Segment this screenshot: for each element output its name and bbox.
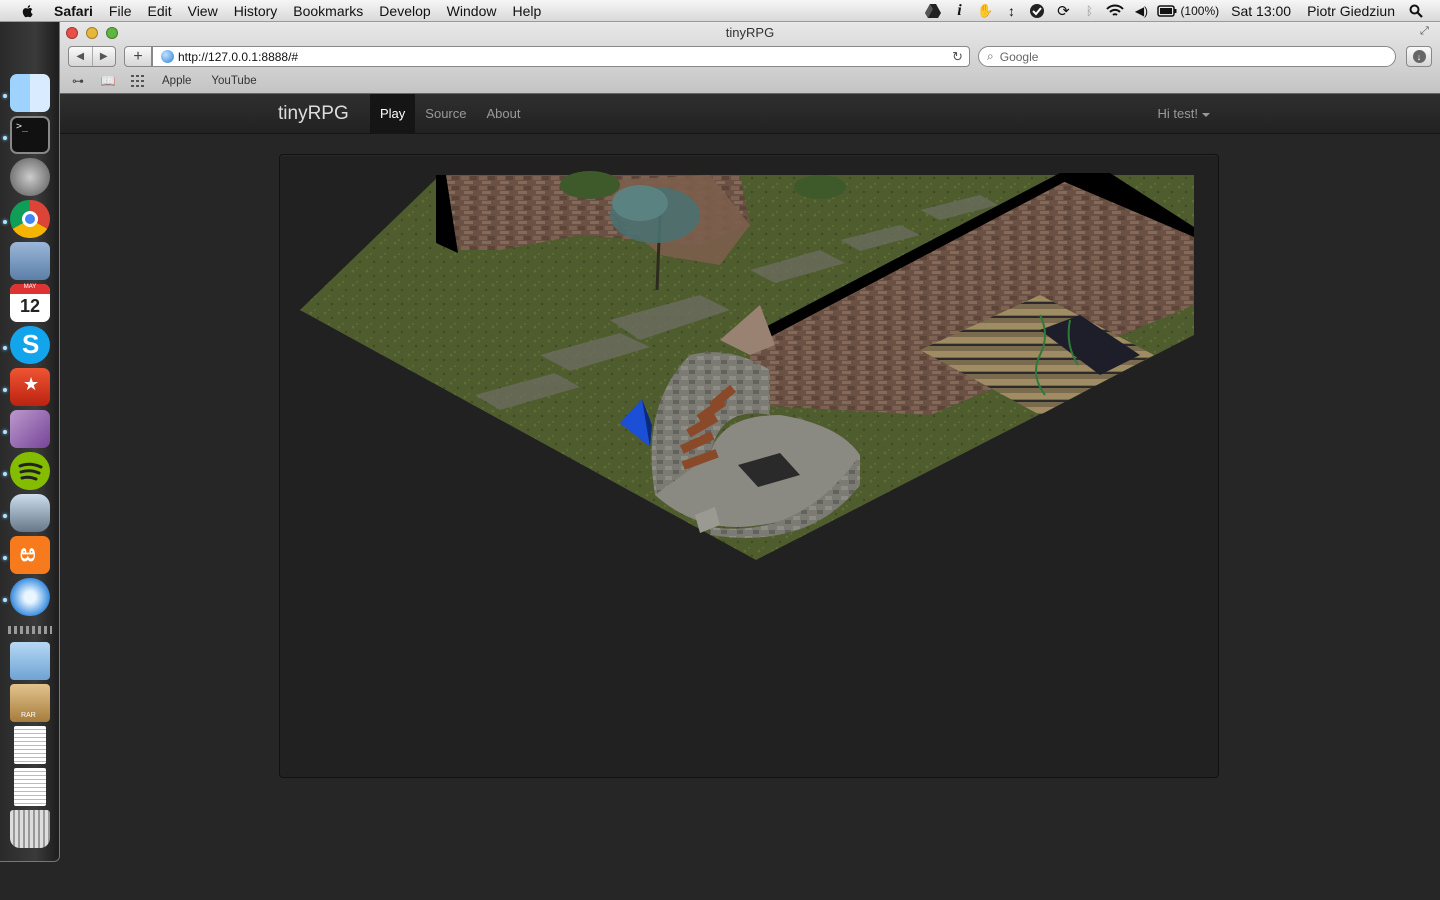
globe-icon: [161, 50, 174, 63]
browser-window: tinyRPG ⤢ ◀ ▶ + http://127.0.0.1:8888/# …: [60, 22, 1440, 900]
apple-menu-icon[interactable]: [20, 3, 36, 19]
address-bar[interactable]: http://127.0.0.1:8888/# ↻: [152, 46, 970, 67]
bush: [794, 175, 846, 199]
running-indicator: [3, 598, 7, 602]
running-indicator: [3, 430, 7, 434]
clock[interactable]: Sat 13:00: [1223, 3, 1299, 19]
menu-history[interactable]: History: [226, 3, 286, 19]
launchpad-icon[interactable]: [10, 158, 50, 196]
fullscreen-icon[interactable]: ⤢: [1420, 25, 1434, 39]
back-button[interactable]: ◀: [69, 47, 93, 66]
chrome-icon[interactable]: [10, 200, 50, 238]
running-indicator: [3, 346, 7, 350]
nav-play[interactable]: Play: [370, 94, 416, 134]
web-page: tinyRPG Play Source About Hi test!: [60, 94, 1440, 900]
top-sites-icon[interactable]: [128, 74, 148, 88]
automator-icon[interactable]: [10, 494, 50, 532]
trash-icon[interactable]: [10, 810, 50, 848]
game-container: [279, 154, 1219, 778]
finder-icon[interactable]: [10, 74, 50, 112]
arrows-icon[interactable]: ↕: [1001, 3, 1021, 19]
spotlight-icon[interactable]: [1406, 3, 1426, 19]
caret-down-icon: [1202, 112, 1210, 117]
rar-label: RAR: [21, 712, 36, 719]
calendar-day: 12: [19, 296, 41, 316]
add-bookmark-button[interactable]: +: [124, 46, 152, 67]
running-indicator: [3, 388, 7, 392]
site-nav: Play Source About: [370, 94, 530, 134]
reload-icon[interactable]: ↻: [952, 49, 963, 65]
search-input[interactable]: ⌕ Google: [978, 46, 1396, 67]
folder-icon[interactable]: [10, 642, 50, 680]
spotify-icon[interactable]: [10, 452, 50, 490]
download-icon: ↓: [1412, 50, 1426, 63]
battery-icon[interactable]: [1157, 3, 1177, 19]
calendar-icon[interactable]: MAY 12: [10, 284, 50, 322]
nav-about[interactable]: About: [477, 94, 531, 134]
bookmark-apple[interactable]: Apple: [162, 75, 191, 87]
document-icon[interactable]: [14, 768, 46, 806]
xampp-icon[interactable]: ಱ: [10, 536, 50, 574]
user-name[interactable]: Piotr Giedziun: [1299, 3, 1403, 19]
history-nav: ◀ ▶: [68, 46, 116, 67]
menu-develop[interactable]: Develop: [371, 3, 438, 19]
search-placeholder: Google: [999, 49, 1039, 64]
menu-window[interactable]: Window: [439, 3, 505, 19]
dock: >_ MAY 12 S ★ ಱ RAR: [0, 22, 60, 862]
bookmarks-book-icon[interactable]: 📖: [98, 74, 118, 88]
info-icon[interactable]: i: [949, 2, 969, 19]
volume-icon[interactable]: ◀): [1131, 3, 1151, 19]
site-brand[interactable]: tinyRPG: [278, 103, 349, 125]
calendar-month: MAY: [10, 284, 50, 294]
dock-separator: [8, 626, 52, 634]
bookmarks-bar: ⊶ 📖 Apple YouTube: [68, 72, 273, 90]
user-greeting: Hi test!: [1157, 106, 1198, 121]
menubar: Safari File Edit View History Bookmarks …: [0, 0, 1440, 22]
user-menu[interactable]: Hi test!: [1158, 94, 1210, 134]
url-text[interactable]: http://127.0.0.1:8888/#: [178, 50, 298, 64]
browser-toolbar: tinyRPG ⤢ ◀ ▶ + http://127.0.0.1:8888/# …: [60, 22, 1440, 94]
skype-icon[interactable]: S: [10, 326, 50, 364]
bookmark-youtube[interactable]: YouTube: [211, 75, 256, 87]
reading-list-icon[interactable]: ⊶: [68, 74, 88, 88]
preview-icon[interactable]: [10, 242, 50, 280]
menu-bookmarks[interactable]: Bookmarks: [285, 3, 371, 19]
site-navbar: tinyRPG Play Source About Hi test!: [60, 94, 1440, 134]
google-drive-icon[interactable]: [923, 3, 943, 19]
safari-icon[interactable]: [10, 578, 50, 616]
running-indicator: [3, 514, 7, 518]
bluetooth-icon[interactable]: ᛒ: [1079, 3, 1099, 19]
game-canvas[interactable]: [280, 155, 1219, 778]
rar-archive-icon[interactable]: RAR: [10, 684, 50, 722]
window-title: tinyRPG: [725, 25, 775, 40]
tree-canopy: [612, 185, 668, 221]
downloads-button[interactable]: ↓: [1406, 46, 1432, 67]
menu-app-name[interactable]: Safari: [50, 3, 101, 19]
hand-icon[interactable]: ✋: [975, 3, 995, 19]
growl-icon[interactable]: [1027, 3, 1047, 19]
running-indicator: [3, 556, 7, 560]
battery-percent: (100%): [1180, 3, 1220, 18]
running-indicator: [3, 136, 7, 140]
menu-help[interactable]: Help: [504, 3, 549, 19]
apps-icon[interactable]: [10, 410, 50, 448]
wifi-icon[interactable]: [1105, 3, 1125, 19]
forward-button[interactable]: ▶: [93, 47, 116, 66]
sync-icon[interactable]: ⟳: [1053, 3, 1073, 20]
nav-source[interactable]: Source: [415, 94, 476, 134]
terminal-icon[interactable]: >_: [10, 116, 50, 154]
bush: [560, 171, 620, 199]
menu-edit[interactable]: Edit: [139, 3, 179, 19]
running-indicator: [3, 220, 7, 224]
wunderlist-icon[interactable]: ★: [10, 368, 50, 406]
running-indicator: [3, 472, 7, 476]
search-icon: ⌕: [987, 49, 994, 63]
running-indicator: [3, 94, 7, 98]
menu-file[interactable]: File: [101, 3, 140, 19]
menu-view[interactable]: View: [180, 3, 226, 19]
document-icon[interactable]: [14, 726, 46, 764]
